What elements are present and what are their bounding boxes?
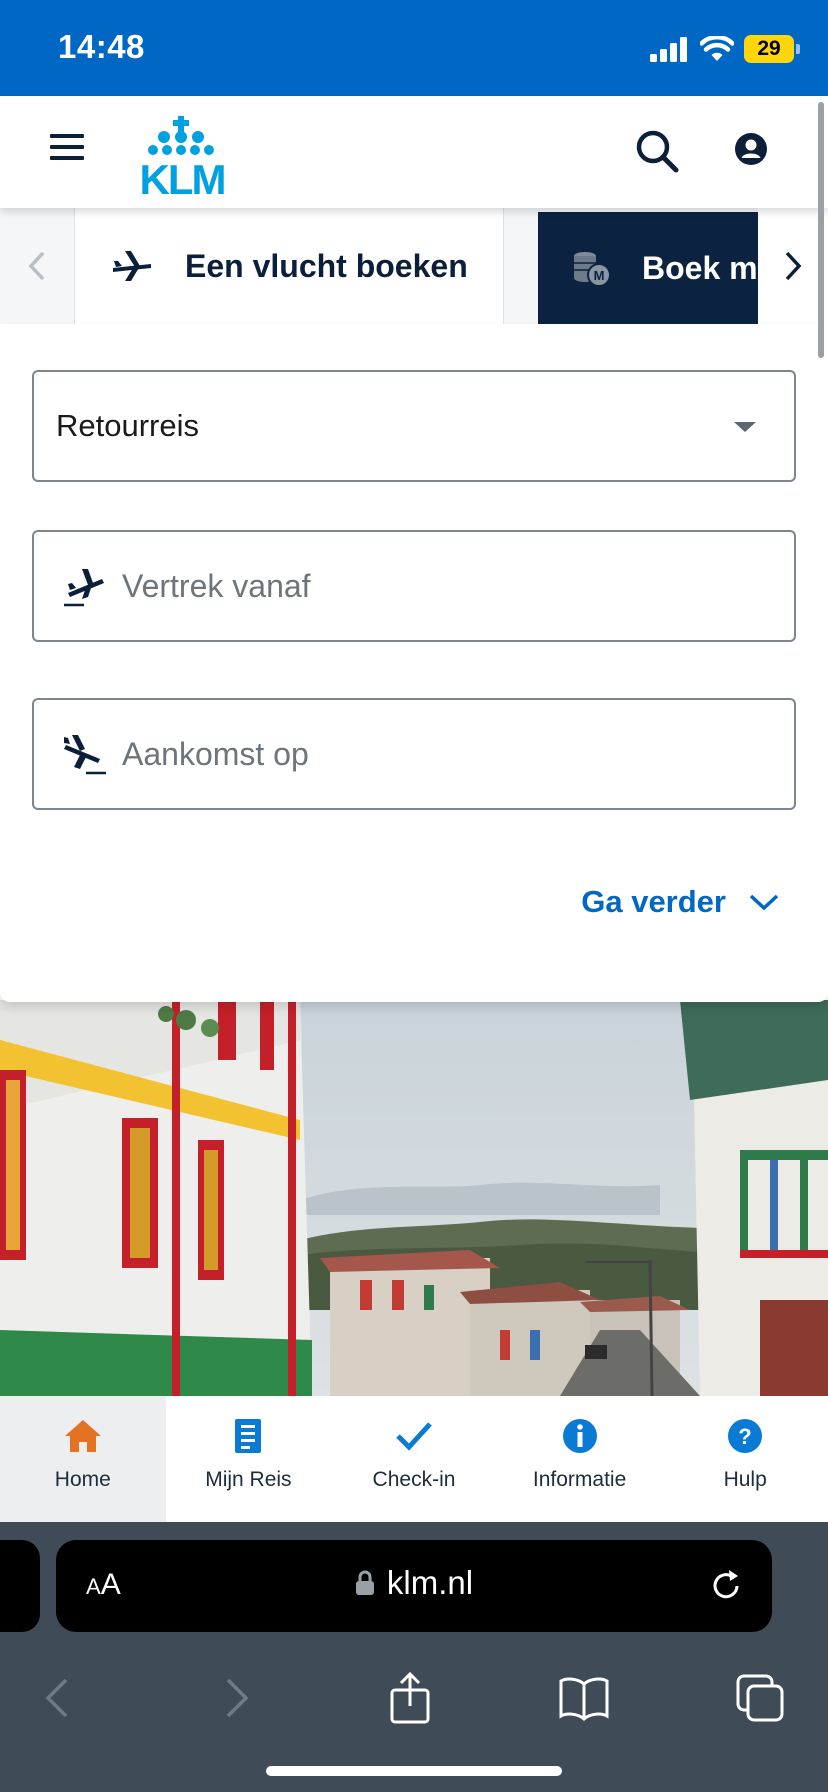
- checkmark-icon: [396, 1422, 432, 1451]
- arrival-field[interactable]: [32, 698, 796, 810]
- search-icon[interactable]: [634, 128, 680, 174]
- booking-tabs: Een vlucht boeken M Boek m: [0, 208, 828, 324]
- app-header: KLM: [0, 96, 828, 208]
- nav-check-in[interactable]: Check-in: [331, 1396, 497, 1522]
- lock-icon: [355, 1570, 374, 1595]
- help-icon: ?: [728, 1419, 763, 1453]
- tabs-icon[interactable]: [734, 1672, 786, 1724]
- nav-label: Informatie: [532, 1468, 627, 1491]
- chevron-right-icon: [785, 251, 802, 281]
- page-scrollbar[interactable]: [818, 102, 824, 358]
- klm-logo[interactable]: KLM: [124, 114, 240, 196]
- tab-label: Een vlucht boeken: [185, 247, 468, 284]
- airplane-icon: [113, 251, 151, 281]
- takeoff-icon: [64, 569, 104, 607]
- url-display: klm.nl: [56, 1564, 772, 1602]
- nav-information[interactable]: Informatie: [497, 1396, 663, 1522]
- browser-chrome: AA klm.nl: [0, 1522, 828, 1792]
- nav-home[interactable]: Home: [0, 1396, 166, 1522]
- hero-image: [0, 1000, 828, 1396]
- info-icon: [562, 1419, 597, 1453]
- hero-street-scene: [0, 1000, 828, 1396]
- home-indicator: [266, 1766, 562, 1776]
- trip-document-icon: [235, 1419, 262, 1453]
- status-time: 14:48: [58, 28, 145, 65]
- tab-prev-button[interactable]: [0, 208, 74, 324]
- trip-type-select[interactable]: Retourreis: [32, 370, 796, 482]
- nav-label: Home: [54, 1468, 111, 1491]
- nav-label: Hulp: [723, 1468, 767, 1491]
- nav-help[interactable]: ? Hulp: [662, 1396, 828, 1522]
- previous-tab-peek[interactable]: [0, 1540, 40, 1632]
- reload-icon[interactable]: [706, 1566, 746, 1606]
- chevron-left-icon: [28, 251, 45, 281]
- logo-text: KLM: [140, 156, 225, 196]
- browser-toolbar: [0, 1646, 828, 1756]
- caret-down-icon: [734, 422, 756, 432]
- continue-label: Ga verder: [581, 884, 726, 919]
- battery-indicator: 29: [744, 35, 800, 63]
- tab-book-flight[interactable]: Een vlucht boeken: [74, 208, 504, 324]
- account-icon[interactable]: [734, 132, 768, 166]
- cellular-signal-icon: [650, 37, 687, 62]
- tab-book-with-miles[interactable]: M Boek m: [538, 212, 758, 324]
- wifi-icon: [700, 36, 734, 61]
- hamburger-menu-icon[interactable]: [50, 134, 94, 170]
- status-icons: 29: [650, 32, 800, 66]
- share-icon[interactable]: [384, 1672, 436, 1724]
- bookmarks-icon[interactable]: [558, 1672, 610, 1724]
- landing-icon: [64, 735, 106, 775]
- address-bar[interactable]: AA klm.nl: [56, 1540, 772, 1632]
- nav-label: Check-in: [372, 1468, 456, 1491]
- forward-icon[interactable]: [210, 1672, 262, 1724]
- svg-text:M: M: [594, 268, 605, 283]
- arrival-input[interactable]: [122, 724, 794, 784]
- url-text: klm.nl: [386, 1564, 474, 1601]
- booking-form-card: Retourreis Ga verder: [0, 324, 828, 1002]
- bottom-navigation: Home Mijn Reis Check-in Informatie ? Hul…: [0, 1396, 828, 1522]
- tab-label: Boek m: [642, 249, 758, 286]
- miles-coins-icon: M: [574, 252, 611, 287]
- departure-input[interactable]: [122, 556, 794, 616]
- status-bar: 14:48 29: [0, 0, 828, 96]
- continue-button[interactable]: Ga verder: [581, 884, 780, 920]
- departure-field[interactable]: [32, 530, 796, 642]
- trip-type-value: Retourreis: [56, 408, 199, 443]
- back-icon[interactable]: [32, 1672, 84, 1724]
- svg-text:?: ?: [738, 1424, 751, 1449]
- nav-my-trip[interactable]: Mijn Reis: [166, 1396, 332, 1522]
- home-icon: [64, 1420, 101, 1452]
- chevron-down-icon: [749, 894, 779, 911]
- nav-label: Mijn Reis: [205, 1468, 292, 1491]
